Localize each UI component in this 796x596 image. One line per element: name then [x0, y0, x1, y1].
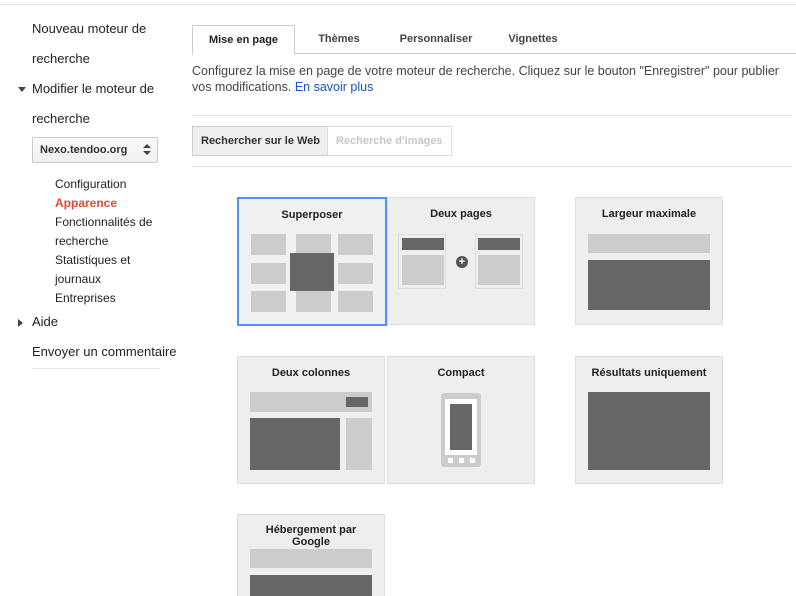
layout-card-hebergement[interactable]: Hébergement par Google	[237, 514, 385, 596]
layout-card-resultats-uniquement[interactable]: Résultats uniquement	[575, 356, 723, 484]
layout-title: Deux pages	[430, 208, 492, 220]
segment-web-search[interactable]: Rechercher sur le Web	[192, 126, 330, 156]
engine-select[interactable]: Nexo.tendoo.org	[32, 137, 158, 163]
description-text: Configurez la mise en page de votre mote…	[192, 64, 779, 94]
page-description: Configurez la mise en page de votre mote…	[192, 63, 792, 95]
tab-bar: Mise en page Thèmes Personnaliser Vignet…	[192, 25, 796, 55]
sidebar-item-edit-engine-line2[interactable]: recherche	[32, 104, 90, 134]
expand-down-icon[interactable]	[18, 87, 26, 92]
sidebar-subitem-statistiques-line2[interactable]: journaux	[55, 270, 101, 289]
layout-title: Superposer	[281, 209, 343, 221]
expand-right-icon[interactable]	[18, 319, 23, 327]
sidebar-subitem-entreprises[interactable]: Entreprises	[55, 289, 116, 308]
sidebar-item-aide[interactable]: Aide	[32, 307, 58, 337]
layout-title: Deux colonnes	[271, 367, 351, 379]
engine-select-value: Nexo.tendoo.org	[40, 144, 128, 156]
tab-vignettes[interactable]: Vignettes	[497, 25, 569, 54]
plus-icon: +	[456, 256, 468, 268]
layout-card-largeur-maximale[interactable]: Largeur maximale	[575, 197, 723, 325]
select-arrows-icon	[143, 144, 151, 156]
layout-card-deux-pages[interactable]: Deux pages +	[387, 197, 535, 325]
layout-title: Largeur maximale	[601, 208, 697, 220]
sidebar-item-new-engine-line2[interactable]: recherche	[32, 44, 90, 74]
overlay-preview	[290, 253, 334, 291]
sidebar-item-feedback[interactable]: Envoyer un commentaire	[32, 337, 177, 367]
sidebar-subitem-statistiques-line1[interactable]: Statistiques et	[55, 251, 130, 270]
layout-card-superposer[interactable]: Superposer	[237, 197, 387, 326]
sidebar-subitem-configuration[interactable]: Configuration	[55, 175, 126, 194]
tab-personnaliser[interactable]: Personnaliser	[392, 25, 480, 54]
sidebar-divider	[32, 368, 160, 369]
sidebar-item-new-engine-line1[interactable]: Nouveau moteur de	[32, 14, 146, 44]
learn-more-link[interactable]: En savoir plus	[295, 80, 374, 94]
top-divider	[0, 4, 796, 5]
tab-themes[interactable]: Thèmes	[304, 25, 374, 54]
divider	[192, 166, 792, 167]
sidebar-item-edit-engine-line1[interactable]: Modifier le moteur de	[32, 74, 154, 104]
layout-title: Résultats uniquement	[591, 367, 707, 379]
divider	[192, 115, 792, 116]
sidebar-subitem-apparence[interactable]: Apparence	[55, 194, 117, 213]
tab-mise-en-page[interactable]: Mise en page	[192, 25, 295, 55]
sidebar-subitem-fonctionnalites-line1[interactable]: Fonctionnalités de	[55, 213, 152, 232]
layout-title: Compact	[437, 367, 485, 379]
layout-card-compact[interactable]: Compact	[387, 356, 535, 484]
layout-card-deux-colonnes[interactable]: Deux colonnes	[237, 356, 385, 484]
segment-image-search[interactable]: Recherche d'images	[327, 126, 452, 156]
sidebar-subitem-fonctionnalites-line2[interactable]: recherche	[55, 232, 108, 251]
layout-title: Hébergement par Google	[265, 524, 357, 548]
